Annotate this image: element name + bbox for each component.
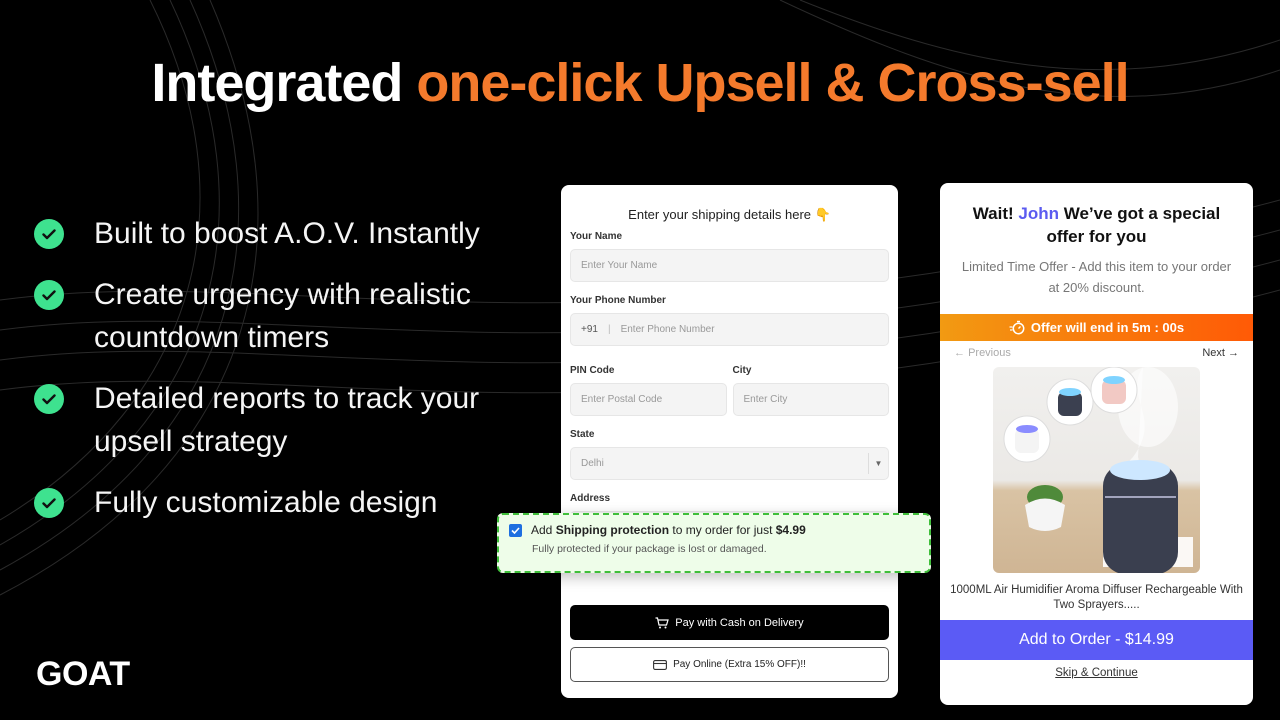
protection-middle: to my order for just	[669, 523, 776, 537]
upsell-offer-card: Wait! John We’ve got a special offer for…	[940, 183, 1253, 705]
check-circle-icon	[34, 384, 64, 414]
city-placeholder: Enter City	[743, 394, 788, 405]
check-circle-icon	[34, 219, 64, 249]
product-name: 1000ML Air Humidifier Aroma Diffuser Rec…	[950, 584, 1243, 611]
protection-subtext: Fully protected if your package is lost …	[532, 543, 767, 555]
headline-accent: one-click Upsell & Cross-sell	[416, 53, 1129, 113]
add-to-order-button[interactable]: Add to Order - $14.99	[940, 620, 1253, 660]
pin-label: PIN Code	[570, 365, 615, 376]
previous-label: Previous	[968, 347, 1011, 359]
feature-item: Create urgency with realistic countdown …	[34, 273, 534, 359]
feature-text: Detailed reports to track your upsell st…	[94, 382, 480, 458]
feature-item: Fully customizable design	[34, 481, 534, 524]
offer-subtitle: Limited Time Offer - Add this item to yo…	[961, 259, 1232, 295]
offer-title-pre: Wait!	[972, 204, 1019, 223]
phone-placeholder: Enter Phone Number	[620, 324, 715, 335]
check-circle-icon	[34, 488, 64, 518]
skip-continue-link[interactable]: Skip & Continue	[940, 667, 1253, 679]
countdown-timer-bar: Offer will end in 5m : 00s	[940, 314, 1253, 341]
protection-bold: Shipping protection	[555, 523, 670, 537]
arrow-left-icon: ←	[954, 347, 965, 359]
humidifier-illustration	[1003, 367, 1193, 573]
phone-separator: |	[607, 324, 611, 335]
offer-title: Wait! John We’ve got a special offer for…	[940, 202, 1253, 248]
protection-prefix: Add	[531, 523, 553, 537]
next-label: Next	[1202, 347, 1225, 359]
page-headline: Integrated one-click Upsell & Cross-sell	[0, 52, 1280, 114]
cart-icon	[655, 616, 670, 628]
phone-label: Your Phone Number	[570, 295, 666, 306]
name-input[interactable]: Enter Your Name	[570, 249, 889, 282]
phone-prefix: +91	[581, 324, 598, 335]
customer-name: John	[1018, 204, 1059, 223]
goat-logo: GOAT	[36, 655, 130, 693]
feature-text: Fully customizable design	[94, 486, 438, 519]
timer-text: Offer will end in 5m : 00s	[1030, 320, 1185, 335]
next-button[interactable]: Next →	[1202, 347, 1239, 361]
name-placeholder: Enter Your Name	[581, 260, 658, 271]
pin-input[interactable]: Enter Postal Code	[570, 383, 727, 416]
shipping-protection-box[interactable]: Add Shipping protection to my order for …	[497, 513, 931, 573]
state-select[interactable]: Delhi ▼	[570, 447, 889, 480]
shipping-form-title: Enter your shipping details here 👇	[628, 207, 831, 222]
pay-cod-label: Pay with Cash on Delivery	[675, 616, 804, 629]
feature-list: Built to boost A.O.V. Instantly Create u…	[34, 212, 534, 542]
state-label: State	[570, 429, 595, 440]
pay-online-label: Pay Online (Extra 15% OFF)!!	[673, 659, 806, 670]
feature-item: Built to boost A.O.V. Instantly	[34, 212, 534, 255]
phone-input[interactable]: +91 | Enter Phone Number	[570, 313, 889, 346]
shipping-form-card: Enter your shipping details here 👇 Your …	[561, 185, 898, 698]
feature-text: Built to boost A.O.V. Instantly	[94, 217, 480, 250]
chevron-down-icon: ▼	[868, 453, 888, 474]
pay-online-button[interactable]: Pay Online (Extra 15% OFF)!!	[570, 647, 889, 682]
previous-button[interactable]: ← Previous	[954, 347, 1011, 361]
name-label: Your Name	[570, 231, 623, 242]
arrow-right-icon: →	[1228, 347, 1239, 359]
city-input[interactable]: Enter City	[732, 383, 889, 416]
stopwatch-icon	[1009, 320, 1025, 335]
protection-checkbox[interactable]	[509, 523, 522, 537]
offer-title-post: We’ve got a special offer for you	[1046, 204, 1221, 246]
headline-white: Integrated	[151, 53, 417, 113]
pin-placeholder: Enter Postal Code	[581, 394, 663, 405]
feature-text: Create urgency with realistic countdown …	[94, 278, 471, 354]
feature-item: Detailed reports to track your upsell st…	[34, 377, 534, 463]
product-image	[993, 367, 1200, 573]
check-circle-icon	[34, 280, 64, 310]
state-value: Delhi	[581, 458, 604, 469]
credit-card-icon	[653, 659, 668, 670]
pay-cod-button[interactable]: Pay with Cash on Delivery	[570, 605, 889, 640]
address-label: Address	[570, 493, 611, 504]
city-label: City	[732, 365, 752, 376]
protection-price: $4.99	[775, 523, 806, 537]
